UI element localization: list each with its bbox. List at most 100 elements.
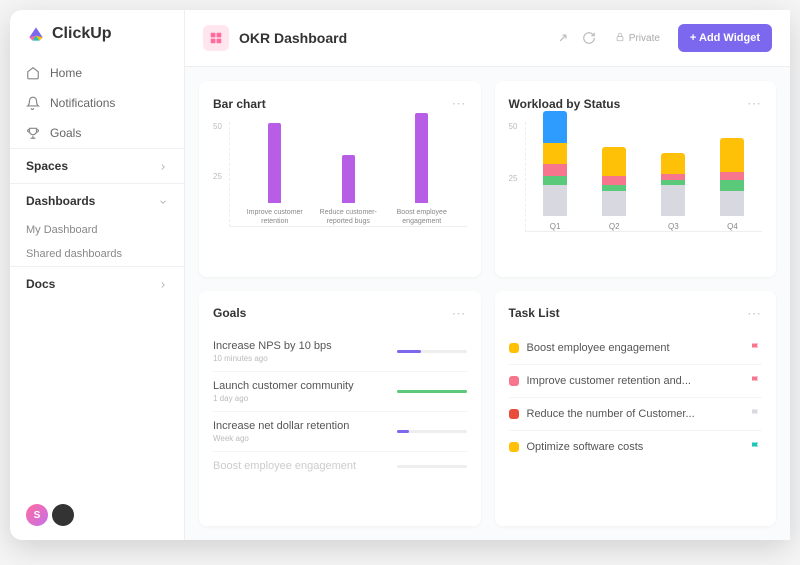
- nav-label: Notifications: [50, 96, 115, 110]
- goals-list: Increase NPS by 10 bps 10 minutes ago Laun…: [213, 332, 467, 482]
- flag-icon: [750, 441, 762, 453]
- stacked-column: Q2: [589, 147, 639, 231]
- goal-title: Launch customer community: [213, 380, 387, 392]
- bell-icon: [26, 96, 40, 110]
- stacked-bar: [720, 138, 744, 216]
- card-title: Workload by Status: [509, 97, 621, 111]
- segment: [720, 172, 744, 180]
- sidebar-item-my-dashboard[interactable]: My Dashboard: [10, 218, 184, 242]
- card-workload: Workload by Status ⋯ 50 25 Q1Q2Q3Q4: [495, 81, 777, 277]
- y-tick: 25: [509, 174, 518, 183]
- main: OKR Dashboard Private + Add Widget Bar c…: [185, 10, 790, 540]
- avatar[interactable]: S: [26, 504, 48, 526]
- status-dot: [509, 442, 519, 452]
- task-item[interactable]: Boost employee engagement: [509, 332, 763, 365]
- status-dot: [509, 343, 519, 353]
- segment: [543, 164, 567, 177]
- stacked-column: Q4: [707, 138, 757, 231]
- section-label: Dashboards: [26, 194, 95, 208]
- segment: [602, 191, 626, 216]
- nav-notifications[interactable]: Notifications: [10, 88, 184, 118]
- logo[interactable]: ClickUp: [10, 24, 184, 58]
- progress-bar: [397, 350, 422, 353]
- section-label: Spaces: [26, 159, 68, 173]
- task-item[interactable]: Reduce the number of Customer...: [509, 398, 763, 431]
- segment: [543, 176, 567, 184]
- card-title: Goals: [213, 306, 246, 320]
- goal-item[interactable]: Increase NPS by 10 bps 10 minutes ago: [213, 332, 467, 372]
- goal-progress: [397, 390, 467, 393]
- goal-time: 10 minutes ago: [213, 354, 387, 363]
- expand-icon[interactable]: [555, 30, 571, 46]
- goal-progress: [397, 430, 467, 433]
- goal-progress: [397, 350, 467, 353]
- section-docs[interactable]: Docs: [10, 266, 184, 301]
- segment: [602, 147, 626, 176]
- flag-icon: [750, 408, 762, 420]
- sidebar-item-shared-dashboards[interactable]: Shared dashboards: [10, 242, 184, 266]
- more-icon[interactable]: ⋯: [452, 305, 467, 322]
- bar-label: Improve customer retention: [245, 209, 305, 226]
- segment: [543, 143, 567, 164]
- nav-goals[interactable]: Goals: [10, 118, 184, 148]
- goal-time: 1 day ago: [213, 394, 387, 403]
- trophy-icon: [26, 126, 40, 140]
- status-dot: [509, 376, 519, 386]
- nav-home[interactable]: Home: [10, 58, 184, 88]
- section-spaces[interactable]: Spaces: [10, 148, 184, 183]
- section-dashboards[interactable]: Dashboards: [10, 183, 184, 218]
- bar-label: Q3: [668, 222, 679, 231]
- stacked-bar: [602, 147, 626, 216]
- tasks-list: Boost employee engagement Improve custome…: [509, 332, 763, 463]
- goal-item[interactable]: Increase net dollar retention Week ago: [213, 412, 467, 452]
- refresh-icon[interactable]: [581, 30, 597, 46]
- goal-title: Boost employee engagement: [213, 460, 387, 472]
- goal-time: Week ago: [213, 434, 387, 443]
- bar: [268, 123, 281, 203]
- task-label: Reduce the number of Customer...: [527, 408, 743, 420]
- app-window: ClickUp Home Notifications Goals Spaces …: [10, 10, 790, 540]
- stacked-chart: 50 25 Q1Q2Q3Q4: [509, 122, 763, 263]
- stacked-bar: [543, 111, 567, 216]
- home-icon: [26, 66, 40, 80]
- sidebar-footer: S: [10, 504, 184, 526]
- goal-item[interactable]: Launch customer community 1 day ago: [213, 372, 467, 412]
- task-label: Boost employee engagement: [527, 342, 743, 354]
- bar-label: Reduce customer-reported bugs: [318, 209, 378, 226]
- stacked-bar: [661, 153, 685, 216]
- bar: [415, 113, 428, 203]
- more-icon[interactable]: ⋯: [747, 305, 762, 322]
- lock-icon: [615, 32, 625, 45]
- progress-bar: [397, 430, 410, 433]
- add-widget-button[interactable]: + Add Widget: [678, 24, 772, 52]
- bar-label: Boost employee engagement: [392, 209, 452, 226]
- bar: [342, 155, 355, 203]
- y-tick: 25: [213, 172, 222, 181]
- task-item[interactable]: Optimize software costs: [509, 431, 763, 463]
- segment: [720, 138, 744, 172]
- nav-label: Home: [50, 66, 82, 80]
- nav-label: Goals: [50, 126, 81, 140]
- goal-item[interactable]: Boost employee engagement: [213, 452, 467, 482]
- chevron-right-icon: [158, 161, 168, 171]
- bar-label: Q2: [609, 222, 620, 231]
- card-title: Bar chart: [213, 97, 266, 111]
- bar-chart: 50 25 Improve customer retentionReduce c…: [213, 122, 467, 263]
- goal-title: Increase net dollar retention: [213, 420, 387, 432]
- more-icon[interactable]: ⋯: [747, 95, 762, 112]
- segment: [661, 153, 685, 174]
- status-dot: [509, 409, 519, 419]
- page-title: OKR Dashboard: [239, 30, 545, 46]
- privacy-label: Private: [629, 33, 660, 44]
- card-bar-chart: Bar chart ⋯ 50 25 Improve customer reten…: [199, 81, 481, 277]
- goal-title: Increase NPS by 10 bps: [213, 340, 387, 352]
- task-item[interactable]: Improve customer retention and...: [509, 365, 763, 398]
- chevron-right-icon: [158, 279, 168, 289]
- header: OKR Dashboard Private + Add Widget: [185, 10, 790, 67]
- segment: [602, 176, 626, 184]
- clickup-logo-icon: [26, 24, 46, 44]
- privacy-indicator[interactable]: Private: [615, 32, 660, 45]
- avatar[interactable]: [52, 504, 74, 526]
- dashboard-icon: [203, 25, 229, 51]
- more-icon[interactable]: ⋯: [452, 95, 467, 112]
